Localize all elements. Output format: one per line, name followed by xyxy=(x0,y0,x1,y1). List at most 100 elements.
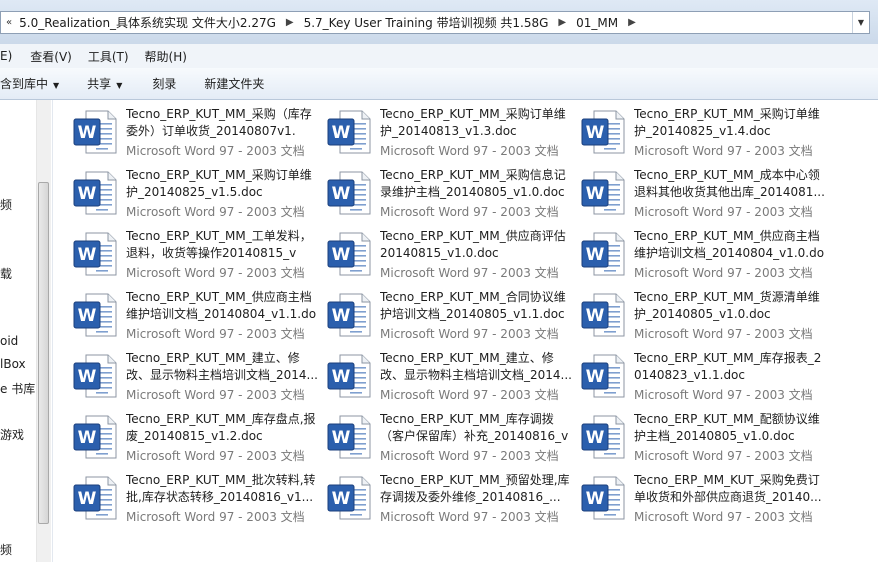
word-document-icon: W xyxy=(73,232,117,276)
new-folder-button[interactable]: 新建文件夹 xyxy=(204,75,264,92)
burn-button[interactable]: 刻录 xyxy=(152,75,176,92)
file-type: Microsoft Word 97 - 2003 文档 xyxy=(634,510,813,524)
file-item[interactable]: W Tecno_ERP_KUT_MM_库存调拨（客户保留库）补充_2014081… xyxy=(326,409,576,465)
file-item[interactable]: W Tecno_ERP_KUT_MM_库存盘点,报废_20140815_v1.2… xyxy=(72,409,322,465)
nav-item-games[interactable]: 游戏 xyxy=(0,426,24,443)
file-item[interactable]: W Tecno_ERP_KUT_MM_建立、修改、显示物料主档培训文档_2014… xyxy=(326,348,576,404)
file-type: Microsoft Word 97 - 2003 文档 xyxy=(380,510,559,524)
file-name: Tecno_ERP_MM_KUT_采购免费订单收货和外部供应商退货_20140.… xyxy=(634,473,822,504)
svg-text:W: W xyxy=(586,184,605,204)
file-type: Microsoft Word 97 - 2003 文档 xyxy=(126,510,305,524)
file-item[interactable]: W Tecno_ERP_KUT_MM_工单发料，退料，收货等操作20140815… xyxy=(72,226,322,282)
address-bar[interactable]: « 5.0_Realization_具体系统实现 文件大小2.27G ▶ 5.7… xyxy=(0,11,870,34)
include-in-library-button[interactable]: 含到库中 ▼ xyxy=(0,75,59,92)
file-name: Tecno_ERP_KUT_MM_成本中心领退料其他收货其他出库_2014081… xyxy=(634,168,825,199)
share-label: 共享 xyxy=(87,77,112,91)
breadcrumb-separator-icon[interactable]: ▶ xyxy=(552,17,572,28)
breadcrumb-separator-icon[interactable]: ▶ xyxy=(280,17,300,28)
file-type: Microsoft Word 97 - 2003 文档 xyxy=(634,388,813,402)
file-item[interactable]: W Tecno_ERP_KUT_MM_采购（库存委外）订单收货_20140807… xyxy=(72,104,322,160)
breadcrumb-key-user-training[interactable]: 5.7_Key User Training 带培训视频 共1.58G xyxy=(300,14,553,31)
file-item[interactable]: W Tecno_ERP_KUT_MM_采购信息记录维护主档_20140805_v… xyxy=(326,165,576,221)
nav-item-videos-2[interactable]: 频 xyxy=(0,541,12,558)
nav-item-dropbox[interactable]: lBox xyxy=(0,357,26,371)
nav-scrollbar[interactable] xyxy=(36,100,51,562)
word-document-icon: W xyxy=(327,476,371,520)
file-item[interactable]: W Tecno_ERP_KUT_MM_供应商主档维护培训文档_20140804_… xyxy=(72,287,322,343)
svg-text:W: W xyxy=(78,245,97,265)
word-document-icon: W xyxy=(73,354,117,398)
svg-text:W: W xyxy=(332,367,351,387)
file-name: Tecno_ERP_KUT_MM_建立、修改、显示物料主档培训文档_2014..… xyxy=(126,351,318,382)
file-item[interactable]: W Tecno_ERP_KUT_MM_配额协议维护主档_20140805_v1.… xyxy=(580,409,830,465)
svg-text:W: W xyxy=(78,184,97,204)
file-type: Microsoft Word 97 - 2003 文档 xyxy=(380,144,559,158)
file-item[interactable]: W Tecno_ERP_KUT_MM_供应商评估20140815_v1.0.do… xyxy=(326,226,576,282)
word-document-icon: W xyxy=(73,476,117,520)
file-item[interactable]: W Tecno_ERP_KUT_MM_合同协议维护培训文档_20140805_v… xyxy=(326,287,576,343)
file-type: Microsoft Word 97 - 2003 文档 xyxy=(634,327,813,341)
svg-text:W: W xyxy=(586,367,605,387)
file-type: Microsoft Word 97 - 2003 文档 xyxy=(126,327,305,341)
nav-item-videos[interactable]: 频 xyxy=(0,196,12,213)
chevron-down-icon: ▼ xyxy=(116,81,123,90)
file-name: Tecno_ERP_KUT_MM_预留处理,库存调拨及委外维修_20140816… xyxy=(380,473,570,504)
file-type: Microsoft Word 97 - 2003 文档 xyxy=(634,449,813,463)
breadcrumb-01-mm[interactable]: 01_MM xyxy=(572,16,622,30)
word-document-icon: W xyxy=(581,232,625,276)
file-item[interactable]: W Tecno_ERP_KUT_MM_供应商主档维护培训文档_20140804_… xyxy=(580,226,830,282)
svg-text:W: W xyxy=(332,428,351,448)
file-item[interactable]: W Tecno_ERP_KUT_MM_建立、修改、显示物料主档培训文档_2014… xyxy=(72,348,322,404)
word-document-icon: W xyxy=(581,354,625,398)
svg-text:W: W xyxy=(586,306,605,326)
file-type: Microsoft Word 97 - 2003 文档 xyxy=(126,144,305,158)
svg-text:W: W xyxy=(586,428,605,448)
file-type: Microsoft Word 97 - 2003 文档 xyxy=(634,144,813,158)
svg-text:W: W xyxy=(332,184,351,204)
word-document-icon: W xyxy=(327,354,371,398)
file-type: Microsoft Word 97 - 2003 文档 xyxy=(126,205,305,219)
nav-item-android[interactable]: oid xyxy=(0,334,18,348)
svg-text:W: W xyxy=(586,489,605,509)
menu-edit-partial[interactable]: E) xyxy=(0,49,20,63)
file-item[interactable]: W Tecno_ERP_KUT_MM_预留处理,库存调拨及委外维修_201408… xyxy=(326,470,576,526)
file-item[interactable]: W Tecno_ERP_KUT_MM_成本中心领退料其他收货其他出库_20140… xyxy=(580,165,830,221)
history-chevron[interactable]: « xyxy=(1,17,15,28)
file-type: Microsoft Word 97 - 2003 文档 xyxy=(380,266,559,280)
file-name: Tecno_ERP_KUT_MM_合同协议维护培训文档_20140805_v1.… xyxy=(380,290,566,321)
breadcrumb-realization[interactable]: 5.0_Realization_具体系统实现 文件大小2.27G xyxy=(15,14,280,31)
address-dropdown-icon[interactable]: ▼ xyxy=(852,12,869,33)
word-document-icon: W xyxy=(581,171,625,215)
file-name: Tecno_ERP_KUT_MM_采购订单维护_20140825_v1.4.do… xyxy=(634,107,820,138)
file-item[interactable]: W Tecno_ERP_KUT_MM_批次转料,转批,库存状态转移_201408… xyxy=(72,470,322,526)
file-item[interactable]: W Tecno_ERP_KUT_MM_采购订单维护_20140825_v1.5.… xyxy=(72,165,322,221)
svg-text:W: W xyxy=(78,428,97,448)
file-name: Tecno_ERP_KUT_MM_配额协议维护主档_20140805_v1.0.… xyxy=(634,412,820,443)
file-item[interactable]: W Tecno_ERP_KUT_MM_货源清单维护_20140805_v1.0.… xyxy=(580,287,830,343)
file-name: Tecno_ERP_KUT_MM_工单发料，退料，收货等操作20140815_v… xyxy=(126,229,312,260)
file-name: Tecno_ERP_KUT_MM_采购订单维护_20140825_v1.5.do… xyxy=(126,168,312,199)
nav-item-ebook-library[interactable]: e 书库 xyxy=(0,380,35,397)
menu-help[interactable]: 帮助(H) xyxy=(137,48,195,65)
menu-tools[interactable]: 工具(T) xyxy=(80,48,137,65)
svg-text:W: W xyxy=(78,489,97,509)
share-button[interactable]: 共享 ▼ xyxy=(87,75,122,92)
file-name: Tecno_ERP_KUT_MM_采购（库存委外）订单收货_20140807v1… xyxy=(126,107,312,138)
file-item[interactable]: W Tecno_ERP_MM_KUT_采购免费订单收货和外部供应商退货_2014… xyxy=(580,470,830,526)
file-name: Tecno_ERP_KUT_MM_建立、修改、显示物料主档培训文档_2014..… xyxy=(380,351,572,382)
nav-scrollbar-thumb[interactable] xyxy=(38,182,49,524)
file-name: Tecno_ERP_KUT_MM_库存报表_20140823_v1.1.doc xyxy=(634,351,822,382)
svg-text:W: W xyxy=(332,489,351,509)
file-item[interactable]: W Tecno_ERP_KUT_MM_采购订单维护_20140825_v1.4.… xyxy=(580,104,830,160)
word-document-icon: W xyxy=(327,171,371,215)
breadcrumb-separator-icon[interactable]: ▶ xyxy=(622,17,642,28)
file-name: Tecno_ERP_KUT_MM_供应商主档维护培训文档_20140804_v1… xyxy=(126,290,317,321)
file-item[interactable]: W Tecno_ERP_KUT_MM_库存报表_20140823_v1.1.do… xyxy=(580,348,830,404)
menu-view[interactable]: 查看(V) xyxy=(20,48,80,65)
word-document-icon: W xyxy=(327,415,371,459)
nav-item-downloads[interactable]: 载 xyxy=(0,265,12,282)
file-item[interactable]: W Tecno_ERP_KUT_MM_采购订单维护_20140813_v1.3.… xyxy=(326,104,576,160)
file-type: Microsoft Word 97 - 2003 文档 xyxy=(380,388,559,402)
file-name: Tecno_ERP_KUT_MM_货源清单维护_20140805_v1.0.do… xyxy=(634,290,820,321)
word-document-icon: W xyxy=(73,293,117,337)
